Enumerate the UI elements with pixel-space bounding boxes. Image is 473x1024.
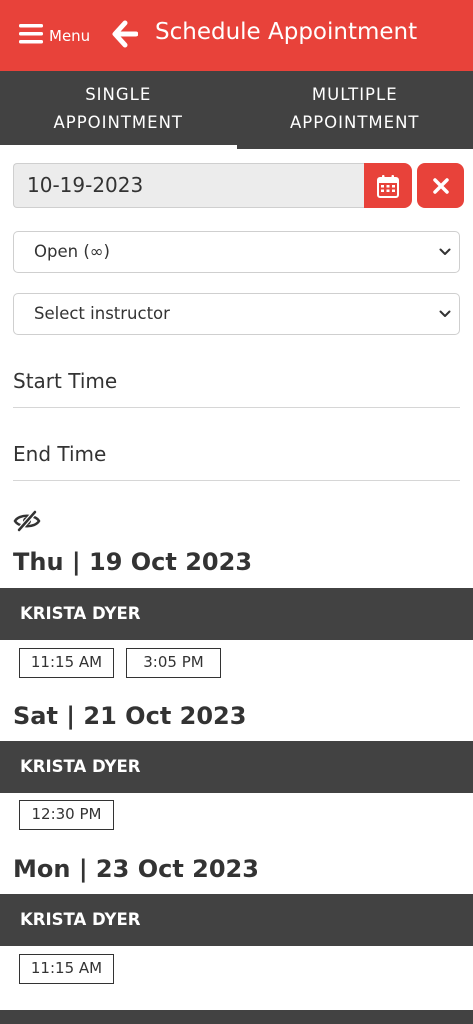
eye-slash-icon[interactable] <box>13 510 41 532</box>
tab-label-line1: SINGLE <box>85 85 152 104</box>
time-slot-button[interactable]: 12:30 PM <box>19 800 114 830</box>
start-time-field[interactable]: Start Time <box>13 369 117 393</box>
instructor-header: KRISTA DYER <box>0 894 473 946</box>
start-time-underline <box>13 406 460 408</box>
end-time-field[interactable]: End Time <box>13 442 106 466</box>
time-slot-button[interactable]: 11:15 AM <box>19 954 114 984</box>
tab-label-line1: MULTIPLE <box>311 85 398 104</box>
chevron-down-icon <box>439 310 451 317</box>
instructor-select[interactable]: Select instructor <box>13 293 460 335</box>
arrow-left-icon <box>112 20 139 48</box>
menu-button[interactable]: Menu <box>19 22 90 46</box>
next-instructor-header-partial <box>0 1010 473 1024</box>
time-slot-button[interactable]: 11:15 AM <box>19 648 114 678</box>
availability-select[interactable]: Open (∞) <box>13 231 460 273</box>
hamburger-icon <box>19 24 43 44</box>
instructor-header: KRISTA DYER <box>0 741 473 793</box>
availability-selected-value: Open (∞) <box>34 242 110 261</box>
menu-label: Menu <box>49 27 91 45</box>
app-header: Menu Schedule Appointment <box>0 0 473 71</box>
chevron-down-icon <box>439 248 451 255</box>
instructor-selected-value: Select instructor <box>34 304 170 323</box>
instructor-header: KRISTA DYER <box>0 588 473 640</box>
time-slot-button[interactable]: 3:05 PM <box>126 648 221 678</box>
tab-label-line2: APPOINTMENT <box>53 113 184 132</box>
day-heading: Thu | 19 Oct 2023 <box>13 548 253 576</box>
date-input[interactable]: 10-19-2023 <box>13 163 365 208</box>
calendar-button[interactable] <box>364 163 412 208</box>
day-heading: Mon | 23 Oct 2023 <box>13 855 259 883</box>
date-picker: 10-19-2023 <box>13 163 412 208</box>
tab-bar: SINGLE APPOINTMENT MULTIPLE APPOINTMENT <box>0 71 473 149</box>
day-heading: Sat | 21 Oct 2023 <box>13 702 247 730</box>
end-time-underline <box>13 479 460 481</box>
tab-single-appointment[interactable]: SINGLE APPOINTMENT <box>0 71 237 149</box>
calendar-icon <box>377 174 399 198</box>
page-title: Schedule Appointment <box>155 19 418 45</box>
close-icon <box>432 177 449 194</box>
tab-multiple-appointment[interactable]: MULTIPLE APPOINTMENT <box>237 71 473 149</box>
tab-label-line2: APPOINTMENT <box>289 113 420 132</box>
back-button[interactable] <box>112 20 139 48</box>
clear-date-button[interactable] <box>417 163 464 208</box>
